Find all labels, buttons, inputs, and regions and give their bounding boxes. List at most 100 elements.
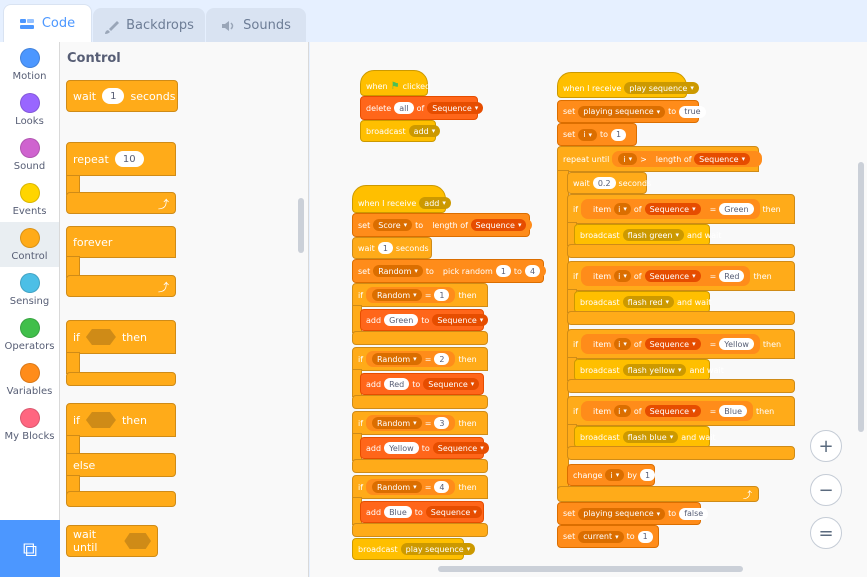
palette-forever-block[interactable]: forever (66, 226, 176, 258)
item-input[interactable]: Blue (384, 506, 412, 518)
message-dropdown[interactable]: flash red (622, 296, 675, 308)
set-score-block[interactable]: set Score to length of Sequence (352, 213, 533, 237)
variable-dropdown[interactable]: i (578, 128, 597, 141)
compare-input[interactable]: 1 (434, 289, 450, 301)
item-input[interactable]: Yellow (384, 442, 419, 454)
equals-operator[interactable]: Random=4 (366, 479, 456, 495)
pick-random-reporter[interactable]: pick random 1 to 4 (436, 265, 547, 277)
workspace-vertical-scrollbar[interactable] (858, 162, 864, 432)
index-reporter[interactable]: i (614, 270, 631, 282)
category-looks[interactable]: Looks (0, 87, 59, 132)
category-sensing[interactable]: Sensing (0, 267, 59, 312)
broadcast-play-sequence-block[interactable]: broadcast play sequence (352, 538, 476, 560)
compare-input[interactable]: 4 (434, 481, 450, 493)
variable-reporter[interactable]: Random (372, 353, 422, 365)
add-extension-button[interactable]: ⧉ (0, 520, 60, 577)
set-current-block[interactable]: set current to 1 (557, 525, 659, 548)
item-input[interactable]: Red (384, 378, 410, 390)
zoom-reset-button[interactable]: = (810, 517, 842, 549)
equals-operator[interactable]: Random=1 (366, 287, 456, 303)
list-dropdown[interactable]: Sequence (425, 506, 482, 518)
color-input[interactable]: Red (719, 270, 745, 282)
if-random-block[interactable]: ifRandom=2then (352, 347, 488, 371)
list-dropdown[interactable]: Sequence (470, 219, 527, 231)
variable-reporter[interactable]: Random (372, 417, 422, 429)
list-dropdown[interactable]: Sequence (432, 314, 489, 326)
broadcast-and-wait-block[interactable]: broadcastflash redand wait (574, 291, 711, 313)
wait-input[interactable]: 1 (377, 242, 393, 254)
variable-reporter[interactable]: Random (372, 481, 422, 493)
palette-scrollbar[interactable] (298, 198, 304, 253)
length-of-reporter[interactable]: length of Sequence (426, 219, 533, 231)
if-item-block[interactable]: if itemiofSequence =Redthen (567, 261, 795, 291)
palette-repeat-block[interactable]: repeat 10 (66, 142, 176, 176)
delete-index-input[interactable]: all (394, 102, 414, 114)
compare-input[interactable]: 2 (434, 353, 450, 365)
boolean-slot[interactable] (124, 533, 151, 549)
message-dropdown[interactable]: play sequence (400, 543, 476, 555)
category-events[interactable]: Events (0, 177, 59, 222)
list-dropdown[interactable]: Sequence (427, 102, 484, 114)
when-i-receive-add-block[interactable]: when I receive add (352, 185, 451, 213)
index-reporter[interactable]: i (614, 405, 631, 417)
variable-dropdown[interactable]: Random (373, 265, 423, 277)
add-to-list-block[interactable]: add Green to Sequence (360, 309, 489, 331)
broadcast-and-wait-block[interactable]: broadcastflash yellowand wait (574, 359, 724, 381)
category-my-blocks[interactable]: My Blocks (0, 402, 59, 447)
if-item-block[interactable]: if itemiofSequence =Blue then (567, 396, 795, 426)
change-value-input[interactable]: 1 (640, 469, 656, 481)
tab-sounds[interactable]: Sounds (206, 8, 306, 42)
delete-list-block[interactable]: delete all of Sequence (360, 96, 484, 120)
compare-input[interactable]: 3 (434, 417, 450, 429)
set-i-block[interactable]: set i to 1 (557, 123, 637, 146)
variable-dropdown[interactable]: Score (373, 219, 413, 231)
category-variables[interactable]: Variables (0, 357, 59, 402)
list-dropdown[interactable]: Sequence (432, 442, 489, 454)
message-dropdown[interactable]: play sequence (624, 82, 699, 94)
set-random-block[interactable]: set Random to pick random1to4 (352, 259, 547, 283)
repeat-input[interactable]: 10 (114, 151, 144, 167)
zoom-in-button[interactable]: + (810, 430, 842, 462)
greater-than-operator[interactable]: i> length of Sequence (612, 151, 763, 167)
broadcast-block[interactable]: broadcast add (360, 120, 441, 142)
palette-wait-until-block[interactable]: wait until (66, 525, 158, 557)
category-control[interactable]: Control (0, 222, 59, 267)
repeat-until-block[interactable]: repeat until i> length of Sequence (557, 146, 763, 172)
wait-input[interactable]: 0.2 (592, 177, 616, 189)
tab-backdrops[interactable]: Backdrops (93, 8, 205, 42)
message-dropdown[interactable]: flash blue (622, 431, 679, 443)
when-i-receive-play-sequence-block[interactable]: when I receive play sequence (557, 72, 699, 98)
color-input[interactable]: Green (719, 203, 754, 215)
wait-block[interactable]: wait 0.2 seconds (567, 172, 651, 194)
palette-if-else-block[interactable]: if then (66, 403, 176, 437)
variable-dropdown[interactable]: playing sequence (578, 105, 666, 118)
equals-operator[interactable]: Random=3 (366, 415, 456, 431)
boolean-slot[interactable] (85, 329, 116, 345)
list-dropdown[interactable]: Sequence (644, 338, 701, 350)
list-dropdown[interactable]: Sequence (644, 270, 701, 282)
if-random-block[interactable]: ifRandom=1then (352, 283, 488, 307)
equals-operator[interactable]: Random=2 (366, 351, 456, 367)
if-item-block[interactable]: if itemiofSequence =Yellow then (567, 329, 795, 359)
value-input[interactable]: false (679, 507, 709, 520)
if-random-block[interactable]: ifRandom=4then (352, 475, 488, 499)
add-to-list-block[interactable]: add Red to Sequence (360, 373, 484, 395)
index-reporter[interactable]: i (614, 203, 631, 215)
set-playing-sequence-false-block[interactable]: set playing sequence to false (557, 502, 709, 525)
when-flag-clicked-block[interactable]: when ⚑ clicked (360, 70, 430, 96)
tab-code[interactable]: Code (3, 4, 92, 42)
color-input[interactable]: Blue (719, 405, 747, 417)
random-from-input[interactable]: 1 (495, 265, 511, 277)
value-input[interactable]: 1 (637, 530, 653, 543)
item-input[interactable]: Green (384, 314, 419, 326)
variable-dropdown[interactable]: playing sequence (578, 507, 666, 520)
category-operators[interactable]: Operators (0, 312, 59, 357)
workspace-horizontal-scrollbar[interactable] (438, 566, 743, 572)
index-reporter[interactable]: i (614, 338, 631, 350)
equals-operator[interactable]: itemiofSequence =Red (581, 266, 751, 286)
zoom-out-button[interactable]: − (810, 474, 842, 506)
wait-input[interactable]: 1 (102, 88, 125, 104)
equals-operator[interactable]: itemiofSequence =Blue (581, 401, 753, 421)
variable-reporter[interactable]: i (618, 153, 638, 165)
palette-if-then-block[interactable]: if then (66, 320, 176, 354)
